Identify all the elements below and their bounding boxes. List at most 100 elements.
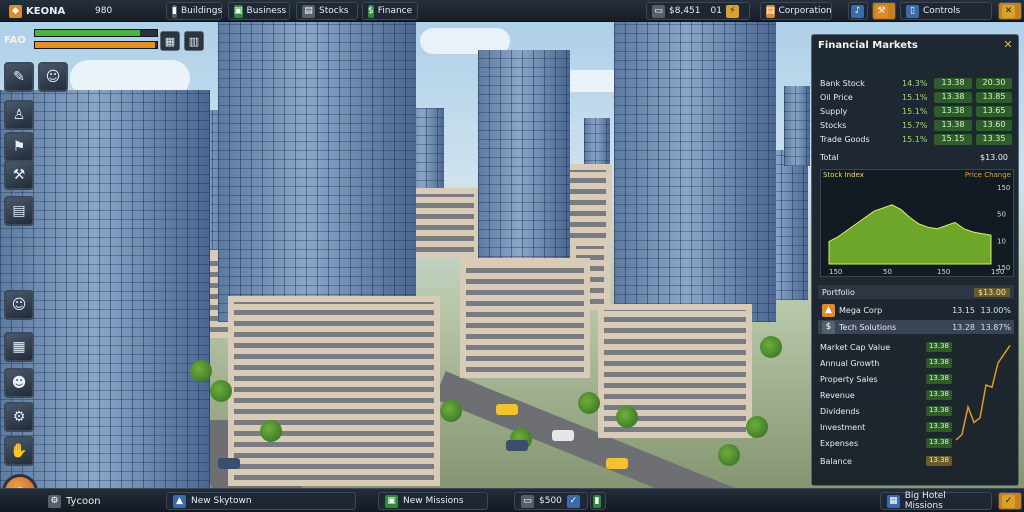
hotel-missions-button[interactable]: ▦ Big Hotel Missions xyxy=(880,491,992,511)
stat-row[interactable]: Market Cap Value 13.38 xyxy=(820,341,960,353)
controls-button[interactable]: ▯ Controls xyxy=(900,2,992,20)
health-bar xyxy=(34,29,158,37)
x-tick-label: 50 xyxy=(883,268,892,276)
stock-chart[interactable]: Stock Index Price Change 150 50 150 150 150 5… xyxy=(820,169,1014,277)
logo-value-text: 980 xyxy=(95,6,113,16)
stat-row[interactable]: Annual Growth 13.38 xyxy=(820,357,960,369)
portfolio-row[interactable]: $ Tech Solutions 13.28 13.87% xyxy=(818,320,1014,334)
notifications-button[interactable]: ♪ xyxy=(848,2,868,20)
car[interactable] xyxy=(218,458,240,469)
stat-value: 13.38 xyxy=(926,422,952,432)
taxi-car[interactable] xyxy=(606,458,628,469)
tab-business[interactable]: ▣ Business xyxy=(228,2,290,20)
logo-icon: ◆ xyxy=(9,4,22,18)
side-button-worker[interactable]: ♙ xyxy=(4,100,34,130)
side-button-advisor[interactable]: ☺ xyxy=(4,290,34,320)
bottom-bar: ⚙ Tycoon ▲ New Skytown ▣ New Missions ▭ … xyxy=(0,488,1024,512)
skyscraper[interactable] xyxy=(218,22,416,322)
side-button-tools[interactable]: ⚒ xyxy=(4,160,34,190)
side-button-manager[interactable]: ☺ xyxy=(38,62,68,92)
layout-toggle-button[interactable]: ▥ xyxy=(184,31,204,51)
tree xyxy=(260,420,282,442)
resource-row[interactable]: Trade Goods 15.1% 15.15 13.35 xyxy=(820,133,1014,145)
side-button-city[interactable]: ▦ xyxy=(4,332,34,362)
side-button-paint[interactable]: ✎ xyxy=(4,62,34,92)
taxi-car[interactable] xyxy=(496,404,518,415)
wallet-icon: ▭ xyxy=(652,4,665,18)
stat-row[interactable]: Expenses 13.38 xyxy=(820,437,960,449)
stat-name: Annual Growth xyxy=(820,358,880,368)
side-button-cash[interactable]: ▤ xyxy=(4,196,34,226)
city-icon: ▦ xyxy=(12,339,26,355)
stat-row[interactable]: Dividends 13.38 xyxy=(820,405,960,417)
resource-value-2: 13.85 xyxy=(976,91,1012,103)
portfolio-row[interactable]: ▲ Mega Corp 13.15 13.00% xyxy=(818,303,1014,317)
confirm-button[interactable]: ✓ xyxy=(998,492,1022,510)
resource-row[interactable]: Bank Stock 14.3% 13.38 20.30 xyxy=(820,77,1014,89)
stat-row[interactable]: Balance 13.38 xyxy=(820,455,960,467)
tab-stocks[interactable]: ▤ Stocks xyxy=(296,2,358,20)
car[interactable] xyxy=(506,440,528,451)
resource-value-2: 13.35 xyxy=(976,133,1012,145)
tab-buildings-label: Buildings xyxy=(180,6,223,16)
stat-value: 13.38 xyxy=(926,374,952,384)
portfolio-name: Mega Corp xyxy=(839,305,883,315)
stat-value: 13.38 xyxy=(926,456,952,466)
resource-name: Supply xyxy=(820,106,848,116)
time-value: 01 xyxy=(710,6,722,16)
stat-value: 13.38 xyxy=(926,390,952,400)
summary-label: Total xyxy=(820,153,839,162)
city-icon: ▲ xyxy=(173,494,186,508)
mid-building[interactable] xyxy=(410,188,480,258)
resource-row[interactable]: Supply 15.1% 13.38 13.65 xyxy=(820,105,1014,117)
side-button-staff[interactable]: ☻ xyxy=(4,368,34,398)
wallet-icon: ▭ xyxy=(521,494,534,508)
side-button-robot[interactable]: ⚙ xyxy=(4,402,34,432)
stat-row[interactable]: Revenue 13.38 xyxy=(820,389,960,401)
stat-row[interactable]: Investment 13.38 xyxy=(820,421,960,433)
tab-finance[interactable]: $ Finance xyxy=(362,2,418,20)
close-game-button[interactable]: ✕ xyxy=(998,2,1022,20)
skyscraper[interactable] xyxy=(614,22,776,322)
map-toggle-button[interactable]: ▦ xyxy=(160,31,180,51)
tree xyxy=(718,444,740,466)
y-tick-label: 150 xyxy=(997,184,1010,192)
podium-building[interactable] xyxy=(228,296,440,486)
side-button-deal[interactable]: ✋ xyxy=(4,436,34,466)
stat-value: 13.38 xyxy=(926,406,952,416)
company-button[interactable]: ▤ Corporation xyxy=(760,2,832,20)
company-icon: $ xyxy=(822,320,835,334)
tab-finance-label: Finance xyxy=(377,6,413,16)
stat-row[interactable]: Property Sales 13.38 xyxy=(820,373,960,385)
podium-building[interactable] xyxy=(460,258,590,378)
cash-button[interactable]: ▭ $500 ✓ xyxy=(514,492,588,510)
logo: ◆ KEONA xyxy=(4,2,88,20)
panel-close-button[interactable]: ✕ xyxy=(1002,39,1014,51)
health-bar-fill xyxy=(35,30,140,36)
distant-tower[interactable] xyxy=(784,86,810,166)
resource-row[interactable]: Stocks 15.7% 13.38 13.60 xyxy=(820,119,1014,131)
hotel-missions-label: Big Hotel Missions xyxy=(904,491,946,511)
side-button-flag[interactable]: ⚑ xyxy=(4,132,34,162)
missions-button[interactable]: ▣ New Missions xyxy=(378,492,488,510)
manager-icon: ☺ xyxy=(45,69,61,85)
missions-label: New Missions xyxy=(403,496,464,506)
company-label: Corporation xyxy=(778,6,832,16)
car[interactable] xyxy=(552,430,574,441)
build-button[interactable]: ⚒ xyxy=(872,2,896,20)
resource-pct: 15.1% xyxy=(902,134,928,144)
city-name-button[interactable]: ▲ New Skytown xyxy=(166,492,356,510)
tree xyxy=(760,336,782,358)
status-bars: FAO ▦ ▥ xyxy=(4,27,210,55)
energy-bar-fill xyxy=(35,42,155,48)
financial-markets-panel: Financial Markets ✕ Bank Stock 14.3% 13.… xyxy=(811,34,1019,486)
resource-row[interactable]: Oil Price 15.1% 13.38 13.85 xyxy=(820,91,1014,103)
tab-buildings[interactable]: ▮ Buildings xyxy=(166,2,222,20)
y-tick-label: 50 xyxy=(997,211,1006,219)
hammer-icon: ⚒ xyxy=(875,4,888,18)
tree xyxy=(190,360,212,382)
resource-value: 13.38 xyxy=(934,105,972,117)
bell-icon: ♪ xyxy=(851,4,864,18)
resource-pct: 14.3% xyxy=(902,78,928,88)
resource-name: Bank Stock xyxy=(820,78,865,88)
